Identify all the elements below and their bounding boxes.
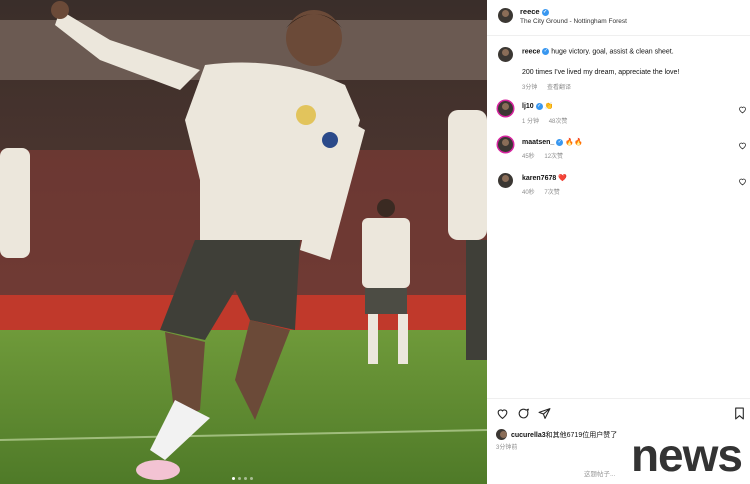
comment-avatar[interactable] bbox=[498, 173, 513, 188]
caption-text-1: huge victory. goal, assist & clean sheet… bbox=[551, 48, 674, 56]
header-divider bbox=[487, 35, 750, 36]
likes-rest: 和其他6719位用户赞了 bbox=[545, 432, 618, 439]
comment-likes[interactable]: 12次赞 bbox=[544, 154, 563, 160]
verified-icon: ✓ bbox=[535, 102, 543, 110]
verified-icon: ✓ bbox=[542, 48, 550, 55]
bookmark-icon[interactable] bbox=[733, 407, 746, 420]
see-translation-link[interactable]: 查看翻译 bbox=[547, 85, 571, 91]
comment-username[interactable]: karen7678 bbox=[522, 175, 556, 182]
comment-text: 👏 bbox=[544, 103, 554, 110]
share-icon[interactable] bbox=[538, 407, 551, 420]
comment-username[interactable]: lj10 bbox=[522, 103, 534, 110]
comment-icon[interactable] bbox=[517, 407, 530, 420]
post-location[interactable]: The City Ground - Nottingham Forest bbox=[520, 18, 627, 25]
comment-meta: 45秒 12次赞 bbox=[522, 151, 571, 160]
watermark-text: 这题帖子... bbox=[584, 471, 616, 478]
comment-text: 🔥🔥 bbox=[565, 139, 583, 146]
carousel-dot bbox=[250, 477, 253, 480]
post-photo[interactable] bbox=[0, 0, 487, 484]
comment-username[interactable]: maatsen_ bbox=[522, 139, 554, 146]
comment-likes[interactable]: 7次赞 bbox=[544, 190, 559, 196]
author-avatar[interactable] bbox=[498, 8, 513, 23]
caption-text-2: 200 times I've lived my dream, appreciat… bbox=[522, 69, 680, 76]
comment-likes[interactable]: 48次赞 bbox=[549, 119, 568, 125]
comment-meta: 40秒 7次赞 bbox=[522, 187, 568, 196]
heart-icon[interactable] bbox=[738, 141, 747, 150]
verified-icon: ✓ bbox=[556, 138, 564, 146]
comment-time: 45秒 bbox=[522, 154, 535, 160]
liker-username[interactable]: cucurella3 bbox=[511, 432, 546, 439]
comment-avatar[interactable] bbox=[498, 137, 513, 152]
carousel-dots bbox=[232, 477, 253, 480]
news-logo: news bbox=[630, 429, 743, 481]
comment-item: lj10 ✓ 👏 bbox=[522, 102, 553, 110]
caption-username[interactable]: reece bbox=[522, 48, 540, 55]
carousel-dot bbox=[244, 477, 247, 480]
caption-first-line: reece ✓ huge victory. goal, assist & clea… bbox=[522, 48, 674, 55]
comment-text: ❤️ bbox=[558, 175, 567, 182]
comment-time: 40秒 bbox=[522, 190, 535, 196]
actions-divider bbox=[487, 398, 750, 399]
comment-avatar[interactable] bbox=[498, 101, 513, 116]
post-side-panel: reece ✓ The City Ground - Nottingham Fore… bbox=[487, 0, 750, 484]
like-heart-icon[interactable] bbox=[496, 407, 509, 420]
author-username[interactable]: reece ✓ bbox=[520, 7, 549, 16]
heart-icon[interactable] bbox=[738, 105, 747, 114]
comment-item: maatsen_ ✓ 🔥🔥 bbox=[522, 138, 583, 146]
football-celebration-image bbox=[0, 0, 487, 484]
caption-avatar[interactable] bbox=[498, 47, 513, 62]
liker-avatar[interactable] bbox=[496, 429, 507, 440]
likes-summary[interactable]: cucurella3和其他6719位用户赞了 bbox=[511, 430, 617, 440]
verified-icon: ✓ bbox=[541, 8, 549, 16]
heart-icon[interactable] bbox=[738, 177, 747, 186]
comment-item: karen7678 ❤️ bbox=[522, 174, 567, 182]
comment-meta: 1 分钟 48次赞 bbox=[522, 116, 575, 125]
carousel-dot-active bbox=[232, 477, 235, 480]
caption-meta: 3分钟 查看翻译 bbox=[522, 82, 579, 91]
carousel-dot bbox=[238, 477, 241, 480]
comment-time: 1 分钟 bbox=[522, 119, 540, 125]
caption-time: 3分钟 bbox=[522, 85, 538, 91]
post-time: 3分钟前 bbox=[496, 445, 518, 451]
